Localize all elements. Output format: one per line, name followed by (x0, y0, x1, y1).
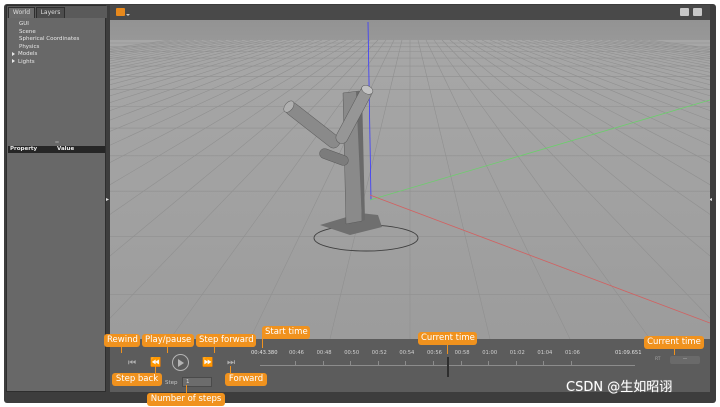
callout-play-pause: Play/pause (142, 334, 194, 347)
callout-line (230, 366, 231, 373)
left-panel: World Layers GUI Scene Spherical Coordin… (6, 5, 107, 392)
tree-item-scene[interactable]: Scene (9, 29, 105, 37)
timeline-tick-label: 00:56 (427, 350, 442, 356)
tree-item-gui[interactable]: GUI (9, 21, 105, 29)
property-table-header: Property Value (8, 146, 105, 153)
splitter-handle[interactable] (55, 141, 59, 143)
scene-toolbar (110, 5, 710, 20)
forward-icon[interactable]: ⏭ (226, 358, 236, 368)
realtime-factor-icon: RT (655, 357, 661, 362)
panel-tabs: World Layers (7, 6, 107, 18)
tree-item-physics[interactable]: Physics (9, 44, 105, 52)
chevron-down-icon[interactable] (126, 14, 130, 16)
tab-world[interactable]: World (8, 7, 35, 18)
current-time: 01:09.651 (615, 350, 642, 356)
property-column-header: Property (10, 146, 38, 152)
tree-item-spherical-coordinates[interactable]: Spherical Coordinates (9, 36, 105, 44)
timeline-cursor[interactable] (447, 357, 449, 377)
value-column-header: Value (57, 146, 75, 152)
timeline-tick-label: 01:02 (509, 350, 525, 356)
timeline-tick-label: 00:46 (289, 350, 304, 356)
timeline-tick-label: 00:54 (399, 350, 415, 356)
step-forward-icon[interactable]: ⏩ (202, 358, 213, 368)
timeline-tick-label: 01:00 (482, 350, 498, 356)
callout-number-of-steps: Number of steps (147, 393, 225, 406)
start-time: 00:43.380 (251, 350, 278, 356)
timeline-tick-label: 00:50 (344, 350, 360, 356)
tree-item-lights[interactable]: Lights (9, 59, 105, 67)
tree-item-lights-label: Lights (18, 58, 35, 65)
collapse-left-handle-icon[interactable]: ▸ (106, 197, 109, 203)
callout-start-time: Start time (262, 326, 310, 339)
callout-current-time-center: Current time (418, 332, 477, 345)
timeline-tick-label: 01:04 (537, 350, 553, 356)
play-icon[interactable] (172, 354, 189, 371)
world-tree: GUI Scene Spherical Coordinates Physics … (9, 21, 105, 67)
tree-item-models[interactable]: Models (9, 51, 105, 59)
watermark: CSDN @生如昭诩 (566, 380, 673, 395)
timeline-tick-label: 00:48 (316, 350, 332, 356)
timeline-tick-label: 00:58 (454, 350, 470, 356)
callout-line (674, 349, 675, 355)
3d-viewport[interactable] (110, 5, 710, 339)
record-icon[interactable] (693, 8, 702, 16)
realtime-factor-box: — (670, 356, 700, 364)
scene-render[interactable] (110, 5, 710, 339)
screenshot-icon[interactable] (680, 8, 689, 16)
timeline-tick-label: 01:06 (565, 350, 580, 356)
expand-arrow-icon[interactable] (12, 59, 15, 64)
tab-layers[interactable]: Layers (36, 7, 65, 18)
callout-rewind: Rewind (104, 334, 140, 347)
callout-line (155, 366, 156, 373)
callout-step-forward: Step forward (196, 334, 256, 347)
callout-current-time-right: Current time (644, 336, 704, 349)
callout-line (186, 385, 187, 393)
step-label: Step (165, 380, 178, 386)
timeline-tick-label: 00:52 (371, 350, 387, 356)
tree-item-models-label: Models (18, 51, 38, 58)
expand-arrow-icon[interactable] (12, 51, 15, 56)
callout-line (447, 344, 448, 354)
callout-forward: Forward (225, 373, 267, 386)
folder-orange-icon[interactable] (116, 8, 125, 16)
callout-step-back: Step back (112, 373, 162, 386)
rewind-icon[interactable]: ⏮ (127, 358, 137, 368)
